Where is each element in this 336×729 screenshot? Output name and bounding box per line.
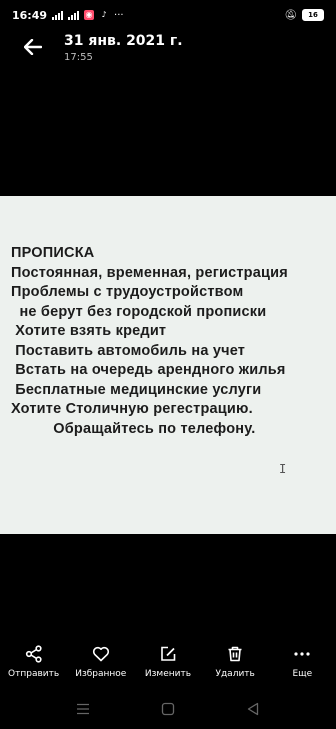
photo-line: не берут без городской прописки <box>11 303 267 320</box>
more-label: Еще <box>292 669 313 679</box>
photo-line: Поставить автомобиль на учет <box>11 342 246 359</box>
header: 31 янв. 2021 г. 17:55 <box>0 30 336 70</box>
trash-icon <box>228 646 242 662</box>
back-button[interactable] <box>20 34 46 60</box>
page-subtitle: 17:55 <box>64 52 93 63</box>
signal-2-icon <box>68 10 80 20</box>
signal-icon <box>52 10 64 20</box>
share-icon <box>25 645 42 663</box>
share-button[interactable]: Отправить <box>0 645 67 687</box>
status-right: 🔕︎ 16 <box>284 9 324 21</box>
back-arrow-icon <box>24 39 42 55</box>
photo-line: Встать на очередь арендного жилья <box>11 362 286 378</box>
back-triangle-icon <box>248 702 259 716</box>
tiktok-icon: ♪ <box>101 10 107 19</box>
photo-line: Проблемы с трудоустройством <box>11 284 244 300</box>
status-time: 16:49 <box>12 8 48 22</box>
photo-line: Хотите взять кредит <box>11 323 167 339</box>
share-label: Отправить <box>8 669 60 679</box>
photo[interactable]: ПРОПИСКА Постоянная, временная, регистра… <box>0 196 336 534</box>
edit-icon <box>161 646 176 661</box>
home-button[interactable] <box>156 699 180 719</box>
system-back-button[interactable] <box>241 699 265 719</box>
favorite-label: Избранное <box>75 669 127 679</box>
favorite-button[interactable]: Избранное <box>67 645 134 687</box>
recents-button[interactable] <box>71 699 95 719</box>
battery-icon: 16 <box>302 9 324 21</box>
more-dots-icon <box>294 652 310 656</box>
heart-icon <box>92 646 109 662</box>
photo-line: Хотите Столичную регестрацию. <box>11 401 253 417</box>
status-bar: 16:49 ◉ ♪ ··· 🔕︎ 16 <box>0 0 336 30</box>
gallery-viewer: 16:49 ◉ ♪ ··· 🔕︎ 16 31 янв. 2021 г. 17:5… <box>0 0 336 729</box>
action-bar: Отправить Избранное Изменить Удалить Еще <box>0 645 336 687</box>
photo-line: ПРОПИСКА <box>11 245 95 261</box>
photo-line: Бесплатные медицинские услуги <box>11 381 262 398</box>
page-title: 31 янв. 2021 г. <box>64 33 183 49</box>
photo-line: Обращайтесь по телефону. <box>11 420 256 437</box>
more-button[interactable]: Еще <box>269 645 336 687</box>
home-square-icon <box>161 702 175 716</box>
notification-app-icon: ◉ <box>84 10 95 20</box>
delete-label: Удалить <box>215 669 255 679</box>
photo-line: Постоянная, временная, регистрация <box>11 264 288 281</box>
status-left: 16:49 ◉ ♪ ··· <box>12 9 124 22</box>
more-notifications-icon: ··· <box>114 9 124 21</box>
mute-icon: 🔕︎ <box>284 9 297 21</box>
edit-label: Изменить <box>144 669 192 679</box>
system-nav-bar <box>0 696 336 722</box>
edit-button[interactable]: Изменить <box>134 645 201 687</box>
delete-button[interactable]: Удалить <box>202 645 269 687</box>
menu-lines-icon <box>76 703 89 715</box>
text-cursor-icon: I <box>279 462 287 476</box>
photo-text: ПРОПИСКА Постоянная, временная, регистра… <box>11 244 336 439</box>
